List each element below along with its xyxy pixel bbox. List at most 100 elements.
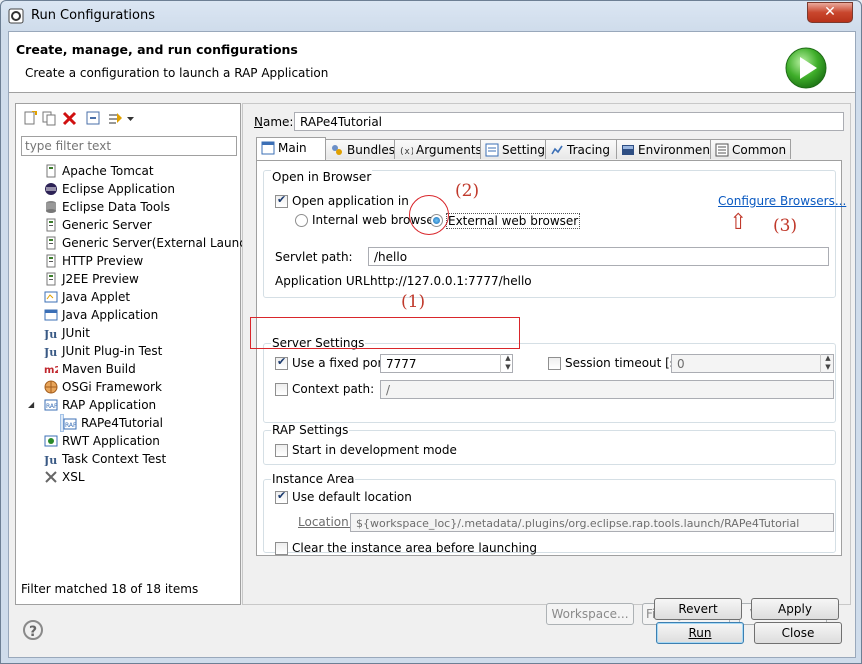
name-input[interactable]: RAPe4Tutorial [294, 112, 844, 131]
server-icon [46, 272, 56, 286]
settings-icon [485, 143, 499, 157]
dialog-client: Create, manage, and run configurations C… [8, 31, 856, 658]
tree-item-label: Task Context Test [62, 452, 167, 466]
environment-icon [622, 145, 634, 155]
configuration-editor: Name: RAPe4Tutorial Main Bundles(x)Argume… [242, 103, 851, 625]
configure-browsers-link[interactable]: Configure Browsers... [718, 194, 846, 208]
port-input[interactable]: 7777 [380, 354, 513, 373]
tree-item-label: Apache Tomcat [62, 164, 154, 178]
revert-button[interactable]: Revert [654, 598, 742, 620]
tree-item-label: RWT Application [62, 434, 160, 448]
session-timeout-input[interactable]: 0 [671, 354, 834, 373]
database-icon [46, 201, 56, 213]
dev-mode-checkbox[interactable] [275, 444, 288, 457]
close-button[interactable]: Close [754, 622, 842, 644]
clear-instance-checkbox[interactable] [275, 542, 288, 555]
filter-input[interactable] [21, 136, 237, 156]
common-icon [715, 143, 729, 157]
svg-text:RAP: RAP [65, 422, 77, 429]
tab-label: Arguments [416, 143, 482, 157]
maven-icon: m2 [44, 365, 58, 376]
header-title: Create, manage, and run configurations [16, 42, 298, 57]
duplicate-icon[interactable] [42, 111, 57, 126]
tab-bundles[interactable]: Bundles [325, 139, 395, 159]
filter-icon[interactable] [108, 111, 123, 126]
context-path-input[interactable]: / [380, 380, 834, 399]
dialog-header: Create, manage, and run configurations C… [9, 32, 855, 93]
tab-common[interactable]: Common [710, 139, 791, 159]
window-close-button[interactable]: ✕ [807, 2, 853, 23]
open-in-browser-group: Open in Browser Open application in Inte… [263, 170, 846, 298]
title-bar[interactable]: Run Configurations ✕ [1, 1, 861, 31]
context-path-checkbox[interactable] [275, 383, 288, 396]
run-configurations-window: Run Configurations ✕ Create, manage, and… [0, 0, 862, 664]
tree-item-label: Eclipse Data Tools [62, 200, 170, 214]
clear-instance-label: Clear the instance area before launching [292, 541, 538, 555]
servlet-path-label: Servlet path: [275, 250, 353, 264]
tree-item-label: XSL [62, 470, 85, 484]
junit-icon: Ju [44, 328, 57, 340]
tab-label: Common [732, 143, 787, 157]
spin-up-icon[interactable]: ▲ [501, 354, 515, 363]
internal-browser-radio[interactable] [295, 214, 308, 227]
tree-expanded-chevron-icon[interactable]: ◢ [28, 396, 34, 414]
tree-item-label: Generic Server [62, 218, 152, 232]
svg-text:Ju: Ju [44, 328, 57, 340]
application-url-value: http://127.0.0.1:7777/hello [370, 274, 532, 288]
bundles-icon [332, 145, 342, 155]
spin-down-icon[interactable]: ▼ [821, 363, 835, 372]
session-timeout-checkbox[interactable] [548, 357, 561, 370]
tab-label: Main [278, 141, 307, 155]
tree-item-label: RAPe4Tutorial [81, 416, 164, 430]
server-icon [46, 218, 56, 232]
servlet-path-input[interactable]: /hello [368, 247, 829, 266]
annotation-box-fixed-port [250, 317, 520, 349]
location-input[interactable]: ${workspace_loc}/.metadata/.plugins/org.… [350, 513, 834, 532]
open-application-label: Open application in [292, 194, 409, 208]
server-settings-group: Server Settings Use a fixed port: 7777 ▲… [263, 336, 836, 423]
view-menu-chevron-down-icon[interactable] [126, 111, 135, 126]
context-path-label: Context path: [292, 382, 375, 396]
apply-button[interactable]: Apply [751, 598, 839, 620]
tracing-icon [551, 145, 563, 155]
rap-icon: RAP [44, 399, 58, 411]
tab-main[interactable]: Main [256, 137, 326, 160]
collapse-all-icon[interactable] [86, 111, 101, 126]
annotation-label-3: (3) [773, 216, 798, 236]
session-spinner[interactable]: ▲ ▼ [820, 354, 835, 373]
new-config-icon[interactable] [22, 111, 37, 126]
tab-tracing[interactable]: Tracing [545, 139, 617, 159]
tab-arguments[interactable]: (x)Arguments [394, 139, 482, 159]
window-title: Run Configurations [31, 8, 155, 23]
port-spinner[interactable]: ▲ ▼ [500, 354, 515, 373]
tab-label: Tracing [567, 143, 611, 157]
delete-icon[interactable] [62, 111, 77, 126]
left-toolbar [20, 108, 220, 128]
fixed-port-checkbox[interactable] [275, 355, 288, 370]
tab-label: Settings [502, 143, 552, 157]
svg-text:Ju: Ju [44, 346, 57, 358]
rap-icon: RAP [63, 418, 77, 430]
tree-item[interactable]: RAP RAPe4Tutorial [60, 414, 163, 432]
tab-environment[interactable]: Environment [616, 139, 715, 159]
help-icon[interactable]: ? [23, 620, 43, 640]
tomcat-icon [46, 164, 56, 178]
default-location-checkbox[interactable] [275, 489, 288, 504]
spin-down-icon[interactable]: ▼ [501, 363, 515, 372]
tab-settings[interactable]: Settings [480, 139, 551, 159]
session-timeout-label: Session timeout [s]: [565, 356, 685, 370]
spin-up-icon[interactable]: ▲ [821, 354, 835, 363]
open-application-checkbox[interactable] [275, 193, 288, 208]
application-url-label: Application URL: [275, 274, 374, 288]
osgi-icon [44, 380, 58, 394]
tree-item-label: OSGi Framework [62, 380, 162, 394]
workspace-button[interactable]: Workspace... [546, 603, 634, 625]
location-label: Location: [298, 515, 353, 529]
run-button[interactable]: Run [656, 622, 744, 644]
svg-text:(x): (x) [399, 147, 413, 157]
tree-item-label: HTTP Preview [62, 254, 144, 268]
name-label: Name: [254, 115, 294, 129]
rwt-icon [44, 435, 58, 447]
main-tab-icon [261, 141, 275, 155]
dev-mode-label: Start in development mode [292, 443, 457, 457]
